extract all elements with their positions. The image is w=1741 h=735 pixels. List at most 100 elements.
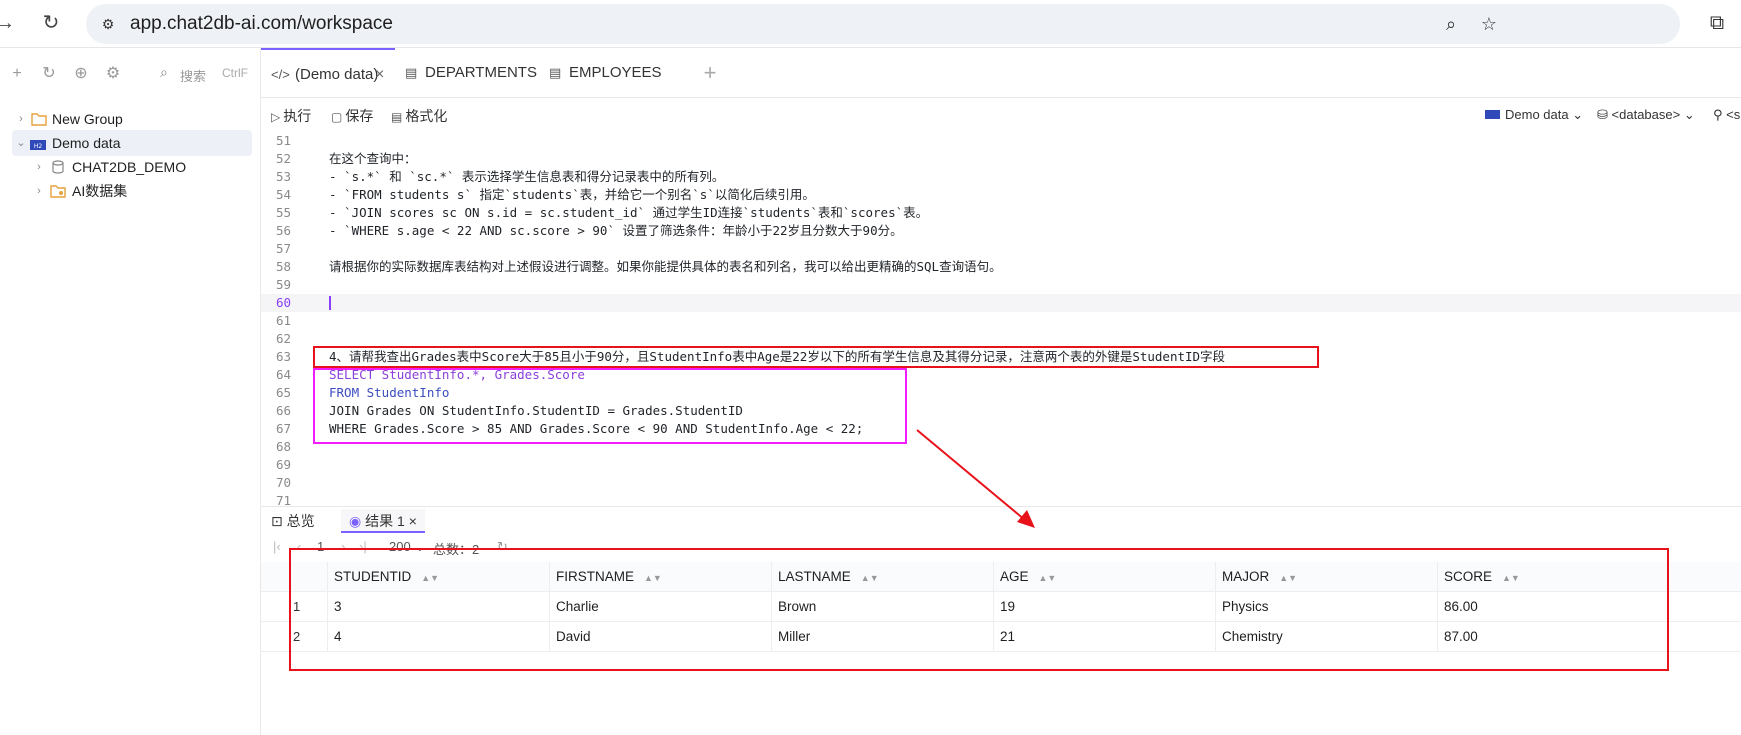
code-text: 请根据你的实际数据库表结构对上述假设进行调整。如果你能提供具体的表名和列名，我可… [329, 259, 1002, 274]
code-line: 54 - `FROM students s` 指定`students`表，并给它一… [261, 186, 1741, 204]
datasource-label: Demo data [1505, 107, 1569, 122]
code-text: - `s.*` 和 `sc.*` 表示选择学生信息表和得分记录表中的所有列。 [329, 169, 725, 184]
format-icon: ▤ [391, 110, 403, 124]
tab-departments[interactable]: ▤ DEPARTMENTS [395, 48, 539, 98]
chevron-right-icon[interactable]: › [32, 154, 46, 180]
refresh-icon[interactable]: ↻ [38, 63, 60, 85]
code-text: - `WHERE s.age < 22 AND sc.score > 90` 设… [329, 223, 903, 238]
tab-employees[interactable]: ▤ EMPLOYEES [539, 48, 683, 98]
tab-result-1[interactable]: ◉ 结果 1 × [341, 509, 425, 533]
line-number: 55 [275, 205, 291, 220]
code-line: 59 [261, 276, 1741, 294]
sql-editor[interactable]: 51 52 在这个查询中： 53 - `s.*` 和 `sc.*` 表示选择学生信息… [261, 132, 1741, 506]
save-button[interactable]: ▢ 保存 [331, 106, 373, 126]
sidebar-search[interactable]: ⌕ 搜索 CtrlF [156, 61, 252, 87]
search-placeholder: 搜索 [180, 69, 207, 84]
action-bar: ▷ 执行 ▢ 保存 ▤ 格式化 Demo data ⌄ ⛁ <database> ⌄ … [261, 98, 1741, 132]
current-code-line[interactable]: 60 [261, 294, 1741, 312]
line-number: 66 [275, 403, 291, 418]
question-highlight-box [313, 346, 1319, 368]
line-number: 54 [275, 187, 291, 202]
settings-icon[interactable]: ⚙ [102, 63, 124, 85]
line-number: 67 [275, 421, 291, 436]
tab-overview[interactable]: ⊡ 总览 [271, 509, 315, 533]
tree-item-label: New Group [52, 111, 123, 127]
schema-select[interactable]: ⚲ <s [1713, 107, 1740, 123]
tree-item-chat2db-demo[interactable]: › CHAT2DB_DEMO [0, 154, 252, 180]
code-line: 70 [261, 474, 1741, 492]
database-icon [52, 160, 64, 174]
datasource-select[interactable]: Demo data ⌄ [1485, 107, 1583, 123]
code-line: 71 [261, 492, 1741, 506]
line-number: 51 [275, 133, 291, 148]
tree-item-new-group[interactable]: › New Group [0, 106, 252, 132]
code-line: 58 请根据你的实际数据库表结构对上述假设进行调整。如果你能提供具体的表名和列名，… [261, 258, 1741, 276]
sql-highlight-box [313, 368, 907, 444]
tab-demo-data-console[interactable]: </> (Demo data) × [261, 48, 395, 98]
address-bar[interactable]: ⚙ app.chat2db-ai.com/workspace ⌕ ☆ [86, 4, 1680, 44]
tree-item-label: CHAT2DB_DEMO [72, 159, 187, 175]
results-tabs: ⊡ 总览 ◉ 结果 1 × [261, 506, 1741, 533]
code-line: 52 在这个查询中： [261, 150, 1741, 168]
zoom-icon[interactable]: ⌕ [1438, 11, 1464, 37]
code-icon: </> [271, 67, 290, 82]
database-badge-icon: H2 [30, 140, 46, 150]
first-page-icon[interactable]: |‹ [273, 539, 281, 554]
chevron-right-icon[interactable]: › [32, 178, 46, 204]
results-highlight-box [289, 548, 1669, 671]
bookmark-star-icon[interactable]: ☆ [1476, 11, 1502, 37]
line-number: 62 [275, 331, 291, 346]
schema-label: <s [1726, 107, 1741, 122]
add-connection-icon[interactable]: + [6, 63, 28, 85]
extensions-icon[interactable]: ⧉ [1704, 10, 1730, 36]
code-line: 69 [261, 456, 1741, 474]
schema-icon: ⚲ [1713, 107, 1723, 122]
close-icon[interactable]: × [409, 513, 417, 529]
chevron-down-icon: ⌄ [1572, 107, 1584, 122]
save-label: 保存 [345, 108, 374, 124]
close-icon[interactable]: × [375, 50, 384, 100]
console-icon: ⊡ [271, 513, 283, 529]
reload-icon[interactable]: ↻ [38, 10, 64, 36]
tree-item-demo-data[interactable]: ⌄ H2 Demo data [12, 130, 252, 156]
search-icon: ⌕ [160, 64, 168, 80]
line-number: 53 [275, 169, 291, 184]
ai-folder-icon [50, 185, 66, 198]
line-number: 61 [275, 313, 291, 328]
line-number: 52 [275, 151, 291, 166]
line-number: 71 [275, 493, 291, 506]
line-number: 59 [275, 277, 291, 292]
run-label: 执行 [283, 108, 312, 124]
editor-tabs: </> (Demo data) × ▤ DEPARTMENTS ▤ EMPLOY… [261, 48, 1741, 98]
code-text: - `FROM students s` 指定`students`表，并给它一个别… [329, 187, 815, 202]
locate-icon[interactable]: ⊕ [70, 63, 92, 85]
table-icon: ▤ [549, 65, 562, 80]
run-button[interactable]: ▷ 执行 [271, 106, 311, 126]
site-settings-icon[interactable]: ⚙ [96, 12, 120, 36]
chevron-down-icon[interactable]: ⌄ [14, 130, 28, 156]
table-icon: ▤ [405, 65, 418, 80]
chevron-right-icon[interactable]: › [14, 106, 28, 132]
code-line: 61 [261, 312, 1741, 330]
database-badge-icon [1485, 110, 1500, 119]
line-number: 56 [275, 223, 291, 238]
search-shortcut: CtrlF [222, 66, 248, 80]
code-line: 53 - `s.*` 和 `sc.*` 表示选择学生信息表和得分记录表中的所有列。 [261, 168, 1741, 186]
tab-overview-label: 总览 [286, 513, 315, 529]
url-text[interactable]: app.chat2db-ai.com/workspace [130, 13, 393, 35]
line-number: 70 [275, 475, 291, 490]
tab-label: (Demo data) [295, 66, 379, 83]
tree-item-ai-dataset[interactable]: › AI数据集 [0, 178, 252, 204]
tree-item-label: AI数据集 [72, 183, 128, 199]
line-number: 64 [275, 367, 291, 382]
svg-text:H2: H2 [34, 143, 43, 150]
database-label: <database> [1611, 107, 1681, 122]
tab-label: EMPLOYEES [569, 64, 662, 81]
database-select[interactable]: ⛁ <database> ⌄ [1597, 107, 1695, 123]
add-tab-icon[interactable]: + [697, 60, 723, 86]
forward-arrow-icon[interactable]: → [0, 10, 18, 36]
main-panel: </> (Demo data) × ▤ DEPARTMENTS ▤ EMPLOY… [261, 48, 1741, 735]
line-number: 57 [275, 241, 291, 256]
format-button[interactable]: ▤ 格式化 [391, 106, 447, 126]
check-circle-icon: ◉ [349, 513, 362, 529]
